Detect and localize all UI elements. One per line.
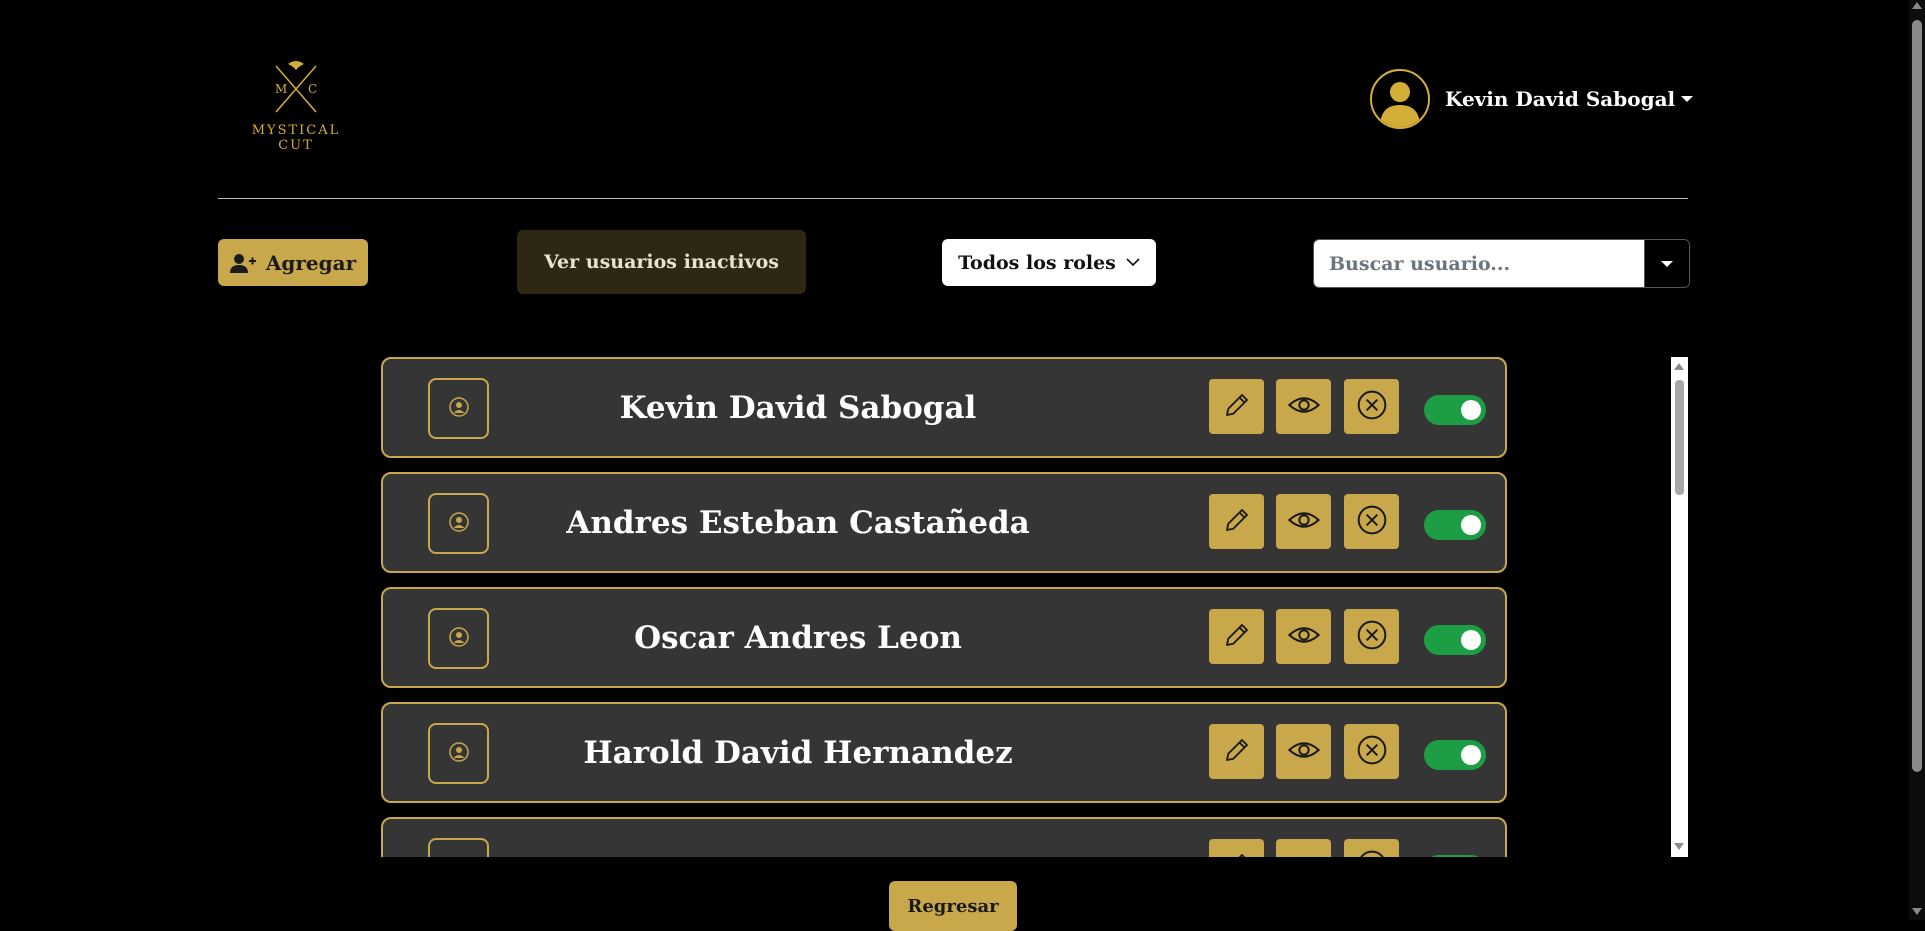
user-photo-button[interactable] xyxy=(428,378,489,439)
scroll-down-icon[interactable] xyxy=(1912,908,1922,915)
logo-crossed-blades-icon: M C xyxy=(275,61,317,113)
search-group xyxy=(1313,239,1690,288)
search-dropdown-toggle[interactable] xyxy=(1644,240,1689,287)
user-status-toggle[interactable] xyxy=(1424,395,1486,425)
search-input[interactable] xyxy=(1314,240,1644,287)
close-circle-icon xyxy=(1356,504,1388,540)
deactivate-user-button[interactable] xyxy=(1344,379,1399,434)
user-card-name: Oscar Andres Leon xyxy=(634,619,962,656)
user-status-toggle[interactable] xyxy=(1424,855,1486,857)
user-card xyxy=(381,817,1507,857)
toggle-knob xyxy=(1461,630,1481,650)
view-user-button[interactable] xyxy=(1276,379,1331,434)
user-status-toggle[interactable] xyxy=(1424,740,1486,770)
view-user-button[interactable] xyxy=(1276,609,1331,664)
user-card: Harold David Hernandez xyxy=(381,702,1507,803)
edit-user-button[interactable] xyxy=(1209,494,1264,549)
user-card-name: Andres Esteban Castañeda xyxy=(566,504,1030,541)
user-photo-button[interactable] xyxy=(428,608,489,669)
edit-user-button[interactable] xyxy=(1209,724,1264,779)
edit-user-button[interactable] xyxy=(1209,839,1264,857)
user-list-viewport: Kevin David Sabogal Andres Esteban Castañ… xyxy=(381,357,1671,857)
user-photo-button[interactable] xyxy=(428,493,489,554)
user-card: Andres Esteban Castañeda xyxy=(381,472,1507,573)
pencil-icon xyxy=(1222,850,1252,857)
view-user-button[interactable] xyxy=(1276,494,1331,549)
user-list-scrollbar[interactable] xyxy=(1671,357,1688,857)
user-status-toggle[interactable] xyxy=(1424,510,1486,540)
eye-icon xyxy=(1287,504,1320,540)
deactivate-user-button[interactable] xyxy=(1344,494,1399,549)
user-card: Oscar Andres Leon xyxy=(381,587,1507,688)
eye-icon xyxy=(1287,389,1320,425)
role-filter-select[interactable]: Todos los roles xyxy=(942,239,1156,286)
deactivate-user-button[interactable] xyxy=(1344,609,1399,664)
close-circle-icon xyxy=(1356,849,1388,857)
toggle-knob xyxy=(1461,400,1481,420)
deactivate-user-button[interactable] xyxy=(1344,839,1399,857)
toggle-knob xyxy=(1461,515,1481,535)
user-circle-icon xyxy=(448,511,469,536)
scroll-up-icon[interactable] xyxy=(1912,2,1922,9)
user-circle-icon xyxy=(449,856,469,857)
pencil-icon xyxy=(1222,505,1252,539)
add-user-icon xyxy=(229,253,256,273)
deactivate-user-button[interactable] xyxy=(1344,724,1399,779)
scroll-down-icon[interactable] xyxy=(1674,843,1684,850)
user-name: Kevin David Sabogal xyxy=(1445,87,1676,111)
view-inactive-users-button[interactable]: Ver usuarios inactivos xyxy=(517,230,806,294)
close-circle-icon xyxy=(1356,734,1388,770)
user-circle-icon xyxy=(448,396,469,421)
scrollbar-thumb[interactable] xyxy=(1912,20,1922,772)
scrollbar-thumb[interactable] xyxy=(1675,380,1684,495)
back-button[interactable]: Regresar xyxy=(889,881,1017,931)
logo-brand-line2: CUT xyxy=(278,138,314,153)
edit-user-button[interactable] xyxy=(1209,379,1264,434)
user-photo-button[interactable] xyxy=(428,838,489,857)
user-circle-icon xyxy=(448,741,469,766)
chevron-down-icon xyxy=(1126,258,1140,267)
user-card-name: Kevin David Sabogal xyxy=(619,389,977,426)
edit-user-button[interactable] xyxy=(1209,609,1264,664)
caret-down-icon xyxy=(1661,260,1673,267)
user-photo-button[interactable] xyxy=(428,723,489,784)
logo-monogram-left: M xyxy=(275,82,287,96)
add-user-label: Agregar xyxy=(265,250,357,275)
logo-monogram-right: C xyxy=(308,82,317,96)
user-menu[interactable]: Kevin David Sabogal xyxy=(1370,68,1694,130)
close-circle-icon xyxy=(1356,619,1388,655)
view-user-button[interactable] xyxy=(1276,724,1331,779)
user-card-name: Harold David Hernandez xyxy=(583,734,1013,771)
user-status-toggle[interactable] xyxy=(1424,625,1486,655)
user-circle-icon xyxy=(448,626,469,651)
eye-icon xyxy=(1287,619,1320,655)
role-filter-value: Todos los roles xyxy=(958,251,1116,274)
close-circle-icon xyxy=(1356,389,1388,425)
scroll-up-icon[interactable] xyxy=(1674,363,1684,370)
logo-brand-line1: MYSTICAL xyxy=(251,123,341,138)
toggle-knob xyxy=(1461,745,1481,765)
header-divider xyxy=(218,198,1688,199)
pencil-icon xyxy=(1222,390,1252,424)
pencil-icon xyxy=(1222,735,1252,769)
view-user-button[interactable] xyxy=(1276,839,1331,857)
chevron-down-icon xyxy=(1681,96,1694,102)
eye-icon xyxy=(1287,734,1320,770)
page-scrollbar[interactable] xyxy=(1909,0,1925,920)
user-avatar-icon xyxy=(1370,69,1430,129)
logo: M C MYSTICAL CUT xyxy=(248,60,344,152)
pencil-icon xyxy=(1222,620,1252,654)
add-user-button[interactable]: Agregar xyxy=(218,239,368,286)
user-card: Kevin David Sabogal xyxy=(381,357,1507,458)
user-list: Kevin David Sabogal Andres Esteban Castañ… xyxy=(381,357,1688,857)
eye-icon xyxy=(1288,849,1320,857)
